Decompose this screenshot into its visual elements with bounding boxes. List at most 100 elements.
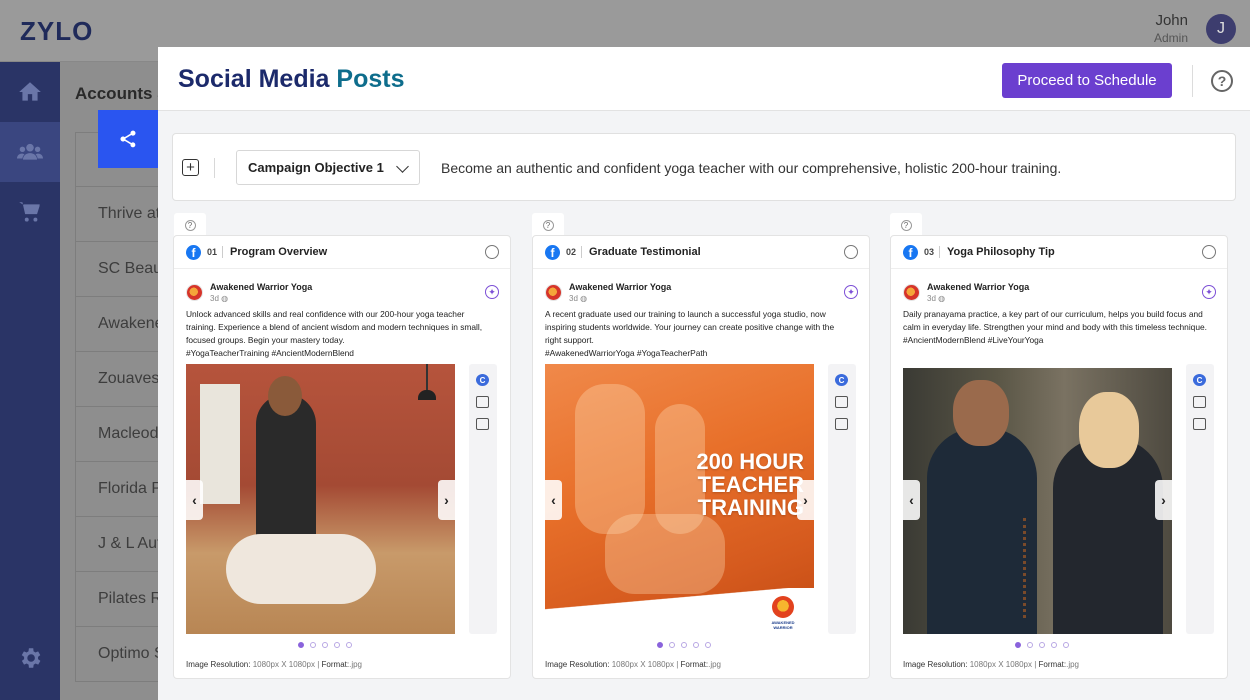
caption-text: Unlock advanced skills and real confiden… [186, 309, 483, 345]
brand-logo [545, 284, 562, 301]
format-label: Format: [1038, 660, 1067, 669]
canva-icon[interactable]: C [835, 374, 848, 386]
post-caption: Daily pranayama practice, a key part of … [903, 308, 1209, 347]
proceed-to-schedule-button[interactable]: Proceed to Schedule [1002, 63, 1172, 98]
image-gallery-icon[interactable] [835, 418, 848, 430]
format-value: .jpg [1066, 660, 1080, 669]
globe-icon: ◍ [938, 294, 946, 303]
carousel-dot[interactable] [693, 642, 699, 648]
carousel-dots [891, 642, 1227, 648]
post-select-radio[interactable] [844, 245, 858, 259]
carousel-dot[interactable] [298, 642, 304, 648]
post-caption: A recent graduate used our training to l… [545, 308, 851, 360]
badge-circle [772, 596, 794, 618]
nav-cart[interactable] [0, 182, 60, 242]
resolution-label: Image Resolution: [186, 660, 251, 669]
card-help-tab[interactable]: ? [174, 213, 206, 237]
resolution-value: 1080px X 1080px [611, 660, 674, 669]
carousel-dot[interactable] [310, 642, 316, 648]
carousel-prev-button[interactable]: ‹ [903, 480, 920, 520]
scene-person [927, 428, 1037, 634]
format-value: .jpg [708, 660, 722, 669]
carousel-dot[interactable] [1039, 642, 1045, 648]
info-separator: | [1034, 660, 1037, 669]
carousel-dot[interactable] [657, 642, 663, 648]
carousel-dot[interactable] [669, 642, 675, 648]
carousel-dot[interactable] [1027, 642, 1033, 648]
ai-sparkle-icon[interactable]: ✦ [1202, 285, 1216, 299]
carousel-dot[interactable] [1063, 642, 1069, 648]
card-help-tab[interactable]: ? [532, 213, 564, 237]
carousel-next-button[interactable]: › [438, 480, 455, 520]
image-gallery-icon[interactable] [1193, 418, 1206, 430]
format-label: Format: [680, 660, 709, 669]
carousel-prev-button[interactable]: ‹ [186, 480, 203, 520]
image-headline: 200 HOUR TEACHER TRAINING [696, 449, 804, 520]
ai-sparkle-icon[interactable]: ✦ [485, 285, 499, 299]
post-time: 3d ◍ [927, 294, 945, 303]
facebook-icon: f [186, 245, 201, 260]
post-card: f 03 Yoga Philosophy Tip Awakened Warrio… [890, 235, 1228, 679]
edit-image-icon[interactable] [835, 396, 848, 408]
add-icon[interactable]: + [182, 159, 199, 176]
ai-sparkle-icon[interactable]: ✦ [844, 285, 858, 299]
scene-figure [575, 384, 645, 534]
carousel-dot[interactable] [705, 642, 711, 648]
card-header: f 01 Program Overview [174, 236, 510, 269]
carousel-prev-button[interactable]: ‹ [545, 480, 562, 520]
caption-hashtags: #AncientModernBlend #LiveYourYoga [903, 335, 1044, 345]
share-tab[interactable] [98, 110, 158, 168]
post-image-carousel[interactable]: ‹ › [186, 364, 455, 634]
nav-settings[interactable] [0, 628, 60, 688]
resolution-label: Image Resolution: [545, 660, 610, 669]
post-image-carousel[interactable]: 200 HOUR TEACHER TRAINING AWAKENED WARRI… [545, 364, 814, 634]
image-gallery-icon[interactable] [476, 418, 489, 430]
post-title: Program Overview [230, 246, 328, 258]
objective-selected-value: Campaign Objective 1 [248, 160, 384, 175]
campaign-objective-select[interactable]: Campaign Objective 1 [236, 150, 420, 185]
help-icon[interactable]: ? [1211, 70, 1233, 92]
nav-home[interactable] [0, 62, 60, 122]
carousel-next-button[interactable]: › [1155, 480, 1172, 520]
info-separator: | [317, 660, 320, 669]
nav-users[interactable] [0, 122, 60, 182]
question-icon: ? [542, 219, 554, 231]
user-info[interactable]: John Admin [1154, 12, 1188, 45]
edit-image-icon[interactable] [1193, 396, 1206, 408]
user-name: John [1155, 12, 1188, 29]
globe-icon: ◍ [221, 294, 229, 303]
post-age: 3d [927, 294, 936, 303]
canva-icon[interactable]: C [476, 374, 489, 386]
title-part-1: Social Media [178, 65, 330, 93]
post-select-radio[interactable] [485, 245, 499, 259]
post-image-carousel[interactable]: ‹ › [903, 368, 1172, 634]
card-header: f 03 Yoga Philosophy Tip [891, 236, 1227, 269]
image-info: Image Resolution: 1080px X 1080px | Form… [903, 660, 1079, 669]
canva-icon[interactable]: C [1193, 374, 1206, 386]
post-title: Yoga Philosophy Tip [947, 246, 1055, 258]
card-separator [939, 246, 940, 258]
post-card: f 01 Program Overview Awakened Warrior Y… [173, 235, 511, 679]
card-separator [581, 246, 582, 258]
cart-icon [19, 202, 40, 222]
carousel-dot[interactable] [1051, 642, 1057, 648]
scene-figure [605, 514, 725, 594]
social-media-posts-modal: Social Media Posts Proceed to Schedule ?… [158, 47, 1250, 700]
carousel-dot[interactable] [681, 642, 687, 648]
image-info: Image Resolution: 1080px X 1080px | Form… [186, 660, 362, 669]
carousel-dot[interactable] [334, 642, 340, 648]
post-caption: Unlock advanced skills and real confiden… [186, 308, 492, 360]
card-help-tab[interactable]: ? [890, 213, 922, 237]
post-image [186, 364, 455, 634]
carousel-dot[interactable] [1015, 642, 1021, 648]
badge-text: AWAKENED WARRIOR [771, 620, 795, 630]
gear-icon [21, 648, 41, 668]
post-select-radio[interactable] [1202, 245, 1216, 259]
resolution-value: 1080px X 1080px [969, 660, 1032, 669]
edit-image-icon[interactable] [476, 396, 489, 408]
carousel-next-button[interactable]: › [797, 480, 814, 520]
avatar[interactable]: J [1206, 14, 1236, 44]
carousel-dot[interactable] [322, 642, 328, 648]
carousel-dot[interactable] [346, 642, 352, 648]
users-icon [17, 143, 43, 160]
